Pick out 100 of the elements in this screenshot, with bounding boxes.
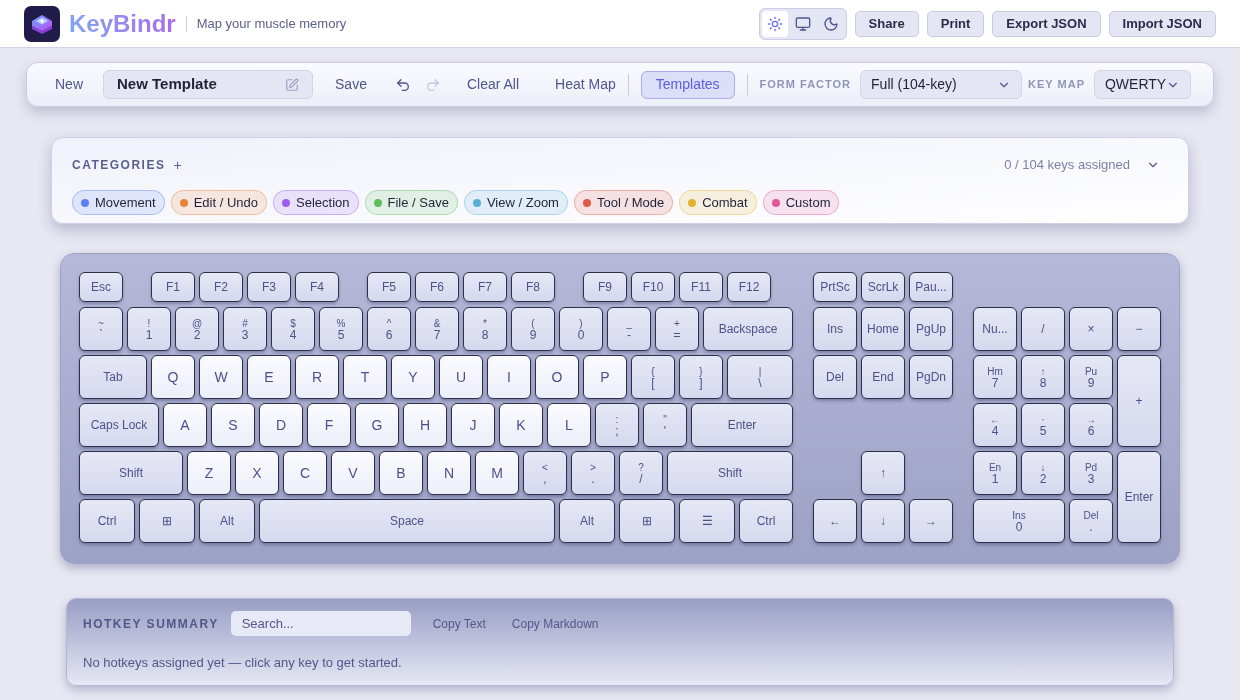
copy-link[interactable]: Copy Text [432, 614, 486, 633]
keyboard-key[interactable]: & 7 [415, 307, 459, 351]
keyboard-key[interactable]: ^ 6 [367, 307, 411, 351]
keyboard-key[interactable]: T [343, 355, 387, 399]
keyboard-key[interactable]: Y [391, 355, 435, 399]
keyboard-key[interactable]: _ - [607, 307, 651, 351]
search-field[interactable]: Search... [230, 611, 411, 636]
keyboard-key[interactable]: F1 [151, 272, 195, 302]
keyboard-key[interactable]: X [235, 451, 279, 495]
keyboard-key[interactable]: Space [259, 499, 555, 543]
heat-map-button[interactable]: Heat Map [555, 74, 616, 95]
keyboard-key[interactable]: PrtSc [813, 272, 857, 302]
keyboard-key[interactable]: Alt [199, 499, 255, 543]
keyboard-key[interactable]: R [295, 355, 339, 399]
theme-option[interactable] [761, 10, 788, 37]
keyboard-key[interactable]: Pd 3 [1069, 451, 1113, 495]
form-factor-select[interactable]: Full (104-key) [860, 70, 1023, 99]
keyboard-key[interactable]: > . [571, 451, 615, 495]
keyboard-key[interactable]: Shift [79, 451, 183, 495]
header-button[interactable]: Import JSON [1108, 10, 1216, 37]
keyboard-key[interactable]: S [211, 403, 255, 447]
header-button[interactable]: Print [926, 10, 985, 37]
keyboard-key[interactable]: | \ [727, 355, 793, 399]
category-chip[interactable]: Edit / Undo [170, 190, 268, 215]
keyboard-key[interactable]: # 3 [223, 307, 267, 351]
keyboard-key[interactable]: → [909, 499, 953, 543]
keyboard-key[interactable]: E [247, 355, 291, 399]
keyboard-key[interactable]: ← 4 [973, 403, 1017, 447]
keyboard-key[interactable]: Pu 9 [1069, 355, 1113, 399]
keyboard-key[interactable]: × [1069, 307, 1113, 351]
keyboard-key[interactable]: F2 [199, 272, 243, 302]
template-name-field[interactable]: New Template [103, 70, 313, 99]
category-chip[interactable]: Custom [762, 190, 840, 215]
keyboard-key[interactable]: Hm 7 [973, 355, 1017, 399]
keyboard-key[interactable]: I [487, 355, 531, 399]
category-chip[interactable]: File / Save [364, 190, 458, 215]
new-button[interactable]: New [43, 74, 95, 95]
keyboard-key[interactable]: % 5 [319, 307, 363, 351]
keyboard-key[interactable]: PgDn [909, 355, 953, 399]
keyboard-key[interactable]: Ins 0 [973, 499, 1065, 543]
keyboard-key[interactable]: PgUp [909, 307, 953, 351]
keyboard-key[interactable]: K [499, 403, 543, 447]
keyboard-key[interactable]: V [331, 451, 375, 495]
category-chip[interactable]: View / Zoom [463, 190, 568, 215]
category-chip[interactable]: Tool / Mode [573, 190, 674, 215]
keyboard-key[interactable]: + [1117, 355, 1161, 447]
keyboard-key[interactable]: M [475, 451, 519, 495]
keyboard-key[interactable]: @ 2 [175, 307, 219, 351]
keyboard-key[interactable]: A [163, 403, 207, 447]
keyboard-key[interactable]: H [403, 403, 447, 447]
keyboard-key[interactable]: * 8 [463, 307, 507, 351]
keyboard-key[interactable]: B [379, 451, 423, 495]
keyboard-key[interactable]: ScrLk [861, 272, 905, 302]
keyboard-key[interactable]: Ctrl [739, 499, 793, 543]
keyboard-key[interactable]: C [283, 451, 327, 495]
keyboard-key[interactable]: Alt [559, 499, 615, 543]
keyboard-key[interactable]: · 5 [1021, 403, 1065, 447]
keyboard-key[interactable]: F12 [727, 272, 771, 302]
keyboard-key[interactable]: / [1021, 307, 1065, 351]
key-map-select[interactable]: QWERTY [1094, 70, 1191, 99]
keyboard-key[interactable]: ↑ 8 [1021, 355, 1065, 399]
templates-button[interactable]: Templates [640, 70, 735, 99]
clear-all-button[interactable]: Clear All [466, 74, 520, 95]
keyboard-key[interactable]: F4 [295, 272, 339, 302]
keyboard-key[interactable]: ⊞ [139, 499, 195, 543]
keyboard-key[interactable]: − [1117, 307, 1161, 351]
keyboard-key[interactable]: L [547, 403, 591, 447]
keyboard-key[interactable]: End [861, 355, 905, 399]
keyboard-key[interactable]: Ctrl [79, 499, 135, 543]
keyboard-key[interactable]: < , [523, 451, 567, 495]
keyboard-key[interactable]: ← [813, 499, 857, 543]
keyboard-key[interactable]: : ; [595, 403, 639, 447]
keyboard-key[interactable]: F11 [679, 272, 723, 302]
keyboard-key[interactable]: N [427, 451, 471, 495]
keyboard-key[interactable]: En 1 [973, 451, 1017, 495]
keyboard-key[interactable]: Del . [1069, 499, 1113, 543]
keyboard-key[interactable]: $ 4 [271, 307, 315, 351]
keyboard-key[interactable]: ↑ [861, 451, 905, 495]
keyboard-key[interactable]: ( 9 [511, 307, 555, 351]
keyboard-key[interactable]: O [535, 355, 579, 399]
keyboard-key[interactable]: Z [187, 451, 231, 495]
category-chip[interactable]: Selection [273, 190, 359, 215]
keyboard-key[interactable]: U [439, 355, 483, 399]
keyboard-key[interactable]: Backspace [703, 307, 793, 351]
add-category-button[interactable]: + [173, 154, 182, 176]
undo-button[interactable] [394, 76, 411, 93]
keyboard-key[interactable]: F [307, 403, 351, 447]
keyboard-key[interactable]: Enter [1117, 451, 1161, 543]
category-chip[interactable]: Combat [679, 190, 757, 215]
copy-link[interactable]: Copy Markdown [511, 614, 599, 633]
keyboard-key[interactable]: G [355, 403, 399, 447]
keyboard-key[interactable]: ) 0 [559, 307, 603, 351]
keyboard-key[interactable]: ↓ [861, 499, 905, 543]
header-button[interactable]: Share [854, 10, 919, 37]
keyboard-key[interactable]: " ' [643, 403, 687, 447]
keyboard-key[interactable]: + = [655, 307, 699, 351]
save-button[interactable]: Save [335, 74, 367, 95]
keyboard-key[interactable]: ☰ [679, 499, 735, 543]
keyboard-key[interactable]: ⊞ [619, 499, 675, 543]
keyboard-key[interactable]: ! 1 [127, 307, 171, 351]
